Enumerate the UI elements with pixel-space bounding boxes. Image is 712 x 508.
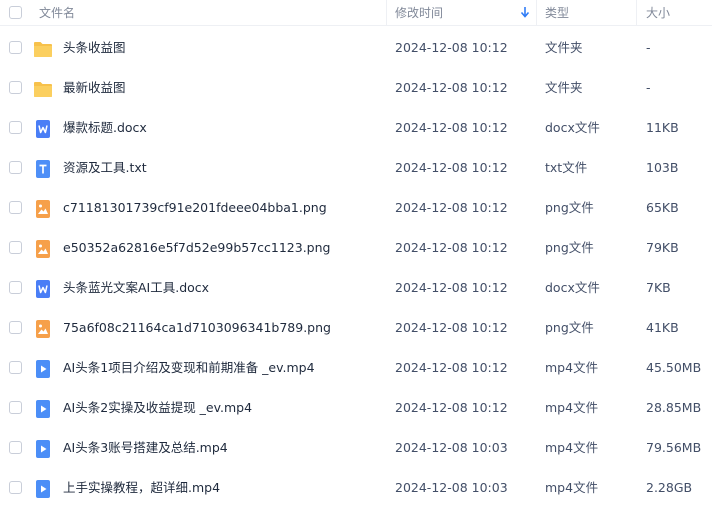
file-size: - [646, 80, 651, 95]
file-list: 文件名 修改时间 类型 大小 头条收益图 2024-12-08 10:12 文件夹 -… [0, 0, 712, 505]
file-row[interactable]: AI头条3账号搭建及总结.mp4 2024-12-08 10:03 mp4文件 79.… [0, 428, 712, 468]
folder-icon [34, 42, 52, 57]
row-checkbox[interactable] [9, 121, 22, 134]
modified-time: 2024-12-08 10:12 [395, 40, 508, 55]
file-type: png文件 [545, 320, 594, 335]
file-name[interactable]: e50352a62816e5f7d52e99b57cc1123.png [63, 228, 330, 268]
file-name[interactable]: 上手实操教程，超详细.mp4 [63, 468, 220, 508]
file-name[interactable]: 75a6f08c21164ca1d7103096341b789.png [63, 308, 331, 348]
file-name[interactable]: AI头条2实操及收益提现 _ev.mp4 [63, 388, 252, 428]
column-header-time[interactable]: 修改时间 [395, 0, 443, 26]
modified-time: 2024-12-08 10:12 [395, 360, 508, 375]
column-header-name[interactable]: 文件名 [39, 0, 75, 26]
image-file-icon [36, 200, 50, 218]
file-size: 7KB [646, 280, 671, 295]
column-header-size[interactable]: 大小 [646, 0, 670, 26]
text-file-icon [36, 160, 50, 178]
file-row[interactable]: 75a6f08c21164ca1d7103096341b789.png 2024-… [0, 308, 712, 348]
file-row[interactable]: 爆款标题.docx 2024-12-08 10:12 docx文件 11KB [0, 108, 712, 148]
file-row[interactable]: e50352a62816e5f7d52e99b57cc1123.png 2024-… [0, 228, 712, 268]
file-size: 45.50MB [646, 360, 702, 375]
modified-time: 2024-12-08 10:12 [395, 200, 508, 215]
row-checkbox[interactable] [9, 241, 22, 254]
row-checkbox[interactable] [9, 481, 22, 494]
row-checkbox[interactable] [9, 81, 22, 94]
modified-time: 2024-12-08 10:12 [395, 120, 508, 135]
file-type: docx文件 [545, 280, 600, 295]
file-type: mp4文件 [545, 360, 599, 375]
file-row[interactable]: 头条蓝光文案AI工具.docx 2024-12-08 10:12 docx文件 7KB [0, 268, 712, 308]
file-row[interactable]: AI头条2实操及收益提现 _ev.mp4 2024-12-08 10:12 mp4文… [0, 388, 712, 428]
file-name[interactable]: AI头条3账号搭建及总结.mp4 [63, 428, 228, 468]
file-row[interactable]: 上手实操教程，超详细.mp4 2024-12-08 10:03 mp4文件 2.28G… [0, 468, 712, 508]
file-name[interactable]: AI头条1项目介绍及变现和前期准备 _ev.mp4 [63, 348, 315, 388]
column-divider[interactable] [536, 0, 537, 26]
modified-time: 2024-12-08 10:03 [395, 440, 508, 455]
file-type: txt文件 [545, 160, 588, 175]
file-type: mp4文件 [545, 440, 599, 455]
row-checkbox[interactable] [9, 41, 22, 54]
file-name[interactable]: 爆款标题.docx [63, 108, 147, 148]
file-size: 28.85MB [646, 400, 702, 415]
word-doc-icon [36, 280, 50, 298]
folder-icon [34, 82, 52, 97]
modified-time: 2024-12-08 10:12 [395, 320, 508, 335]
word-doc-icon [36, 120, 50, 138]
column-divider[interactable] [636, 0, 637, 26]
select-all-checkbox[interactable] [9, 6, 22, 19]
row-checkbox[interactable] [9, 201, 22, 214]
modified-time: 2024-12-08 10:12 [395, 400, 508, 415]
file-size: 79.56MB [646, 440, 702, 455]
video-file-icon [36, 360, 50, 378]
file-row[interactable]: 资源及工具.txt 2024-12-08 10:12 txt文件 103B [0, 148, 712, 188]
file-type: png文件 [545, 240, 594, 255]
file-type: 文件夹 [545, 80, 583, 95]
file-size: 79KB [646, 240, 679, 255]
file-row[interactable]: AI头条1项目介绍及变现和前期准备 _ev.mp4 2024-12-08 10:1… [0, 348, 712, 388]
image-file-icon [36, 320, 50, 338]
column-header-type[interactable]: 类型 [545, 0, 569, 26]
file-size: 103B [646, 160, 679, 175]
modified-time: 2024-12-08 10:12 [395, 160, 508, 175]
column-divider[interactable] [386, 0, 387, 26]
video-file-icon [36, 440, 50, 458]
file-name[interactable]: 最新收益图 [63, 68, 126, 108]
file-name[interactable]: 头条收益图 [63, 28, 126, 68]
file-size: 2.28GB [646, 480, 693, 495]
modified-time: 2024-12-08 10:12 [395, 240, 508, 255]
file-type: 文件夹 [545, 40, 583, 55]
row-checkbox[interactable] [9, 441, 22, 454]
file-name[interactable]: c71181301739cf91e201fdeee04bba1.png [63, 188, 327, 228]
file-size: 11KB [646, 120, 679, 135]
row-checkbox[interactable] [9, 161, 22, 174]
row-checkbox[interactable] [9, 401, 22, 414]
file-row[interactable]: c71181301739cf91e201fdeee04bba1.png 2024-… [0, 188, 712, 228]
file-size: - [646, 40, 651, 55]
video-file-icon [36, 480, 50, 498]
list-header: 文件名 修改时间 类型 大小 [0, 0, 712, 26]
file-row[interactable]: 头条收益图 2024-12-08 10:12 文件夹 - [0, 28, 712, 68]
file-type: png文件 [545, 200, 594, 215]
file-name[interactable]: 资源及工具.txt [63, 148, 147, 188]
modified-time: 2024-12-08 10:12 [395, 80, 508, 95]
file-name[interactable]: 头条蓝光文案AI工具.docx [63, 268, 209, 308]
file-row[interactable]: 最新收益图 2024-12-08 10:12 文件夹 - [0, 68, 712, 108]
file-type: docx文件 [545, 120, 600, 135]
row-checkbox[interactable] [9, 321, 22, 334]
row-checkbox[interactable] [9, 281, 22, 294]
row-checkbox[interactable] [9, 361, 22, 374]
file-type: mp4文件 [545, 400, 599, 415]
image-file-icon [36, 240, 50, 258]
file-type: mp4文件 [545, 480, 599, 495]
modified-time: 2024-12-08 10:12 [395, 280, 508, 295]
file-size: 65KB [646, 200, 679, 215]
arrow-down-icon[interactable] [520, 5, 530, 19]
video-file-icon [36, 400, 50, 418]
file-size: 41KB [646, 320, 679, 335]
modified-time: 2024-12-08 10:03 [395, 480, 508, 495]
